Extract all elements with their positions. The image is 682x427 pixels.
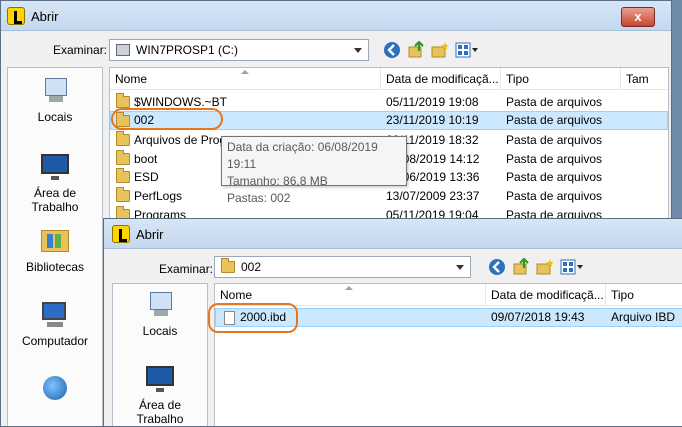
place-label: Área de Trabalho — [136, 398, 184, 426]
location-text: WIN7PROSP1 (C:) — [136, 43, 239, 57]
item-type: Pasta de arquivos — [506, 189, 603, 203]
folder-icon — [116, 150, 130, 165]
item-name: $WINDOWS.~BT — [134, 95, 228, 109]
places-bar: Locais Área de Trabalho Bibliotecas Comp… — [7, 67, 103, 426]
examinar-label: Examinar: — [159, 262, 214, 276]
item-date: 05/11/2019 19:08 — [386, 95, 479, 109]
item-type: Pasta de arquivos — [506, 113, 603, 127]
item-type: Pasta de arquivos — [506, 95, 603, 109]
place-label: Bibliotecas — [25, 260, 85, 274]
place-locais[interactable]: Locais — [113, 290, 207, 338]
item-type: Arquivo IBD — [611, 310, 676, 324]
folder-icon — [116, 168, 130, 183]
chevron-down-icon — [354, 48, 362, 53]
place-desktop[interactable]: Área de Trabalho — [8, 152, 102, 214]
title-bar: Abrir — [104, 219, 682, 249]
recent-places-icon — [39, 76, 71, 106]
network-icon — [39, 374, 71, 404]
places-bar: Locais Área de Trabalho — [112, 283, 208, 426]
app-icon — [112, 225, 130, 243]
open-dialog-front: Abrir Examinar: 002 Locais Área de Traba… — [103, 218, 682, 427]
place-label: Computador — [21, 334, 89, 348]
recent-places-icon — [144, 290, 176, 320]
folder-icon — [116, 93, 130, 108]
drive-icon — [116, 44, 130, 56]
place-label: Locais — [142, 324, 178, 338]
column-date[interactable]: Data de modificaçã... — [486, 284, 606, 306]
place-label: Locais — [37, 110, 73, 124]
up-folder-icon[interactable] — [512, 258, 530, 276]
dialog-title: Abrir — [136, 227, 164, 242]
item-type: Pasta de arquivos — [506, 152, 603, 166]
place-computer[interactable]: Computador — [8, 300, 102, 348]
location-combo[interactable]: 002 — [214, 256, 471, 278]
item-name: PerfLogs — [134, 189, 183, 203]
folder-icon — [116, 187, 130, 202]
up-folder-icon[interactable] — [407, 41, 425, 59]
tooltip-folders: Pastas: 002 — [227, 191, 291, 205]
item-date: 09/07/2018 19:43 — [491, 310, 585, 324]
app-icon — [7, 7, 25, 25]
tooltip-created: Data da criação: 06/08/2019 19:11 — [227, 140, 378, 171]
folder-icon — [221, 258, 235, 273]
item-date: 23/11/2019 10:19 — [386, 113, 479, 127]
column-size[interactable]: Tam — [621, 68, 671, 90]
back-icon[interactable] — [488, 258, 506, 276]
view-menu-icon[interactable] — [560, 258, 584, 276]
title-bar: Abrir x — [1, 1, 671, 31]
desktop-icon — [144, 364, 176, 394]
list-header: Nome Data de modificaçã... Tipo Tam — [110, 68, 668, 90]
dialog-title: Abrir — [31, 9, 59, 24]
column-date[interactable]: Data de modificaçã... — [381, 68, 501, 90]
place-network[interactable] — [8, 374, 102, 408]
place-desktop[interactable]: Área de Trabalho — [113, 364, 207, 426]
examinar-label: Examinar: — [53, 43, 108, 57]
highlight-oval — [208, 303, 298, 333]
new-folder-icon[interactable] — [431, 41, 449, 59]
sort-up-icon — [345, 286, 353, 290]
item-type: Pasta de arquivos — [506, 133, 603, 147]
close-button[interactable]: x — [621, 7, 655, 27]
folder-tooltip: Data da criação: 06/08/2019 19:11 Tamanh… — [221, 136, 407, 205]
column-type[interactable]: Tipo — [501, 68, 621, 90]
location-text: 002 — [241, 260, 262, 274]
new-folder-icon[interactable] — [536, 258, 554, 276]
column-type[interactable]: Tipo — [606, 284, 682, 306]
desktop-icon — [39, 152, 71, 182]
item-name: ESD — [134, 170, 159, 184]
location-combo[interactable]: WIN7PROSP1 (C:) — [109, 39, 369, 61]
place-libraries[interactable]: Bibliotecas — [8, 226, 102, 274]
place-locais[interactable]: Locais — [8, 76, 102, 124]
computer-icon — [39, 300, 71, 330]
libraries-icon — [39, 226, 71, 256]
chevron-down-icon — [456, 265, 464, 270]
highlight-oval — [111, 108, 223, 130]
view-menu-icon[interactable] — [455, 41, 479, 59]
tooltip-size: Tamanho: 86,8 MB — [227, 174, 328, 188]
back-icon[interactable] — [383, 41, 401, 59]
folder-icon — [116, 131, 130, 146]
item-name: boot — [134, 152, 158, 166]
place-label: Área de Trabalho — [31, 186, 79, 214]
item-type: Pasta de arquivos — [506, 170, 603, 184]
sort-up-icon — [241, 70, 249, 74]
